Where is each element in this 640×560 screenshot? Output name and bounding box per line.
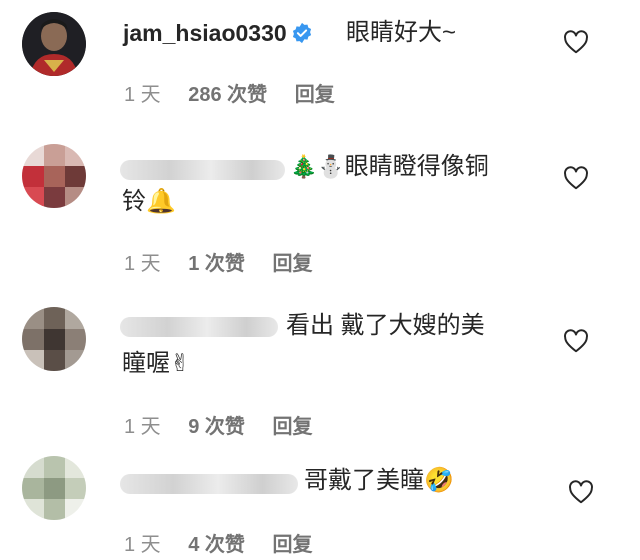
like-heart-icon[interactable] bbox=[563, 329, 589, 353]
comment-text-line-1: 看出 戴了大嫂的美 bbox=[286, 312, 485, 339]
like-count[interactable]: 1 次赞 bbox=[188, 247, 245, 276]
like-count[interactable]: 4 次赞 bbox=[188, 528, 245, 557]
comment-time: 1 天 bbox=[124, 253, 161, 275]
comment-time: 1 天 bbox=[124, 416, 161, 438]
reply-button[interactable]: 回复 bbox=[273, 410, 313, 439]
comment-text-line-2: 铃🔔 bbox=[122, 188, 176, 215]
blurred-author-name[interactable] bbox=[120, 474, 298, 494]
avatar-image bbox=[22, 12, 86, 76]
like-count[interactable]: 9 次赞 bbox=[188, 410, 245, 439]
comment-2: 🎄⛄眼睛瞪得像铜 铃🔔 1 天 1 次赞 回复 bbox=[0, 130, 640, 290]
comment-1: jam_hsiao0330 眼睛好大~ 1 天 286 次赞 回复 bbox=[0, 0, 640, 120]
blurred-author-name[interactable] bbox=[120, 160, 285, 180]
reply-button[interactable]: 回复 bbox=[273, 247, 313, 276]
comment-meta: 1 天 286 次赞 回复 bbox=[124, 78, 335, 107]
comment-emojis: 🎄⛄ bbox=[290, 155, 345, 180]
comment-text: 哥戴了美瞳🤣 bbox=[304, 467, 454, 494]
avatar[interactable] bbox=[22, 12, 86, 76]
blurred-author-name[interactable] bbox=[120, 317, 278, 337]
like-heart-icon[interactable] bbox=[568, 480, 594, 504]
comment-text-line-1: 眼睛瞪得像铜 bbox=[344, 153, 489, 180]
comment-author[interactable]: jam_hsiao0330 bbox=[123, 20, 313, 47]
avatar[interactable] bbox=[22, 144, 86, 208]
reply-button[interactable]: 回复 bbox=[273, 528, 313, 557]
comment-time: 1 天 bbox=[124, 534, 161, 556]
comment-4: 哥戴了美瞳🤣 1 天 4 次赞 回复 bbox=[0, 450, 640, 560]
verified-badge-icon bbox=[292, 22, 311, 44]
avatar[interactable] bbox=[22, 456, 86, 520]
comment-text: 🎄⛄眼睛瞪得像铜 bbox=[290, 150, 530, 185]
comment-text-line-2: 瞳喔✌ bbox=[122, 350, 191, 377]
comment-meta: 1 天 1 次赞 回复 bbox=[124, 247, 313, 276]
like-heart-icon[interactable] bbox=[563, 30, 589, 54]
comment-text: 眼睛好大~ bbox=[346, 19, 457, 46]
comment-3: 看出 戴了大嫂的美 瞳喔✌ 1 天 9 次赞 回复 bbox=[0, 295, 640, 445]
author-name[interactable]: jam_hsiao0330 bbox=[123, 20, 287, 46]
like-count[interactable]: 286 次赞 bbox=[188, 78, 267, 107]
avatar[interactable] bbox=[22, 307, 86, 371]
like-heart-icon[interactable] bbox=[563, 166, 589, 190]
reply-button[interactable]: 回复 bbox=[295, 78, 335, 107]
comment-meta: 1 天 4 次赞 回复 bbox=[124, 528, 313, 557]
comment-time: 1 天 bbox=[124, 84, 161, 106]
comment-meta: 1 天 9 次赞 回复 bbox=[124, 410, 313, 439]
